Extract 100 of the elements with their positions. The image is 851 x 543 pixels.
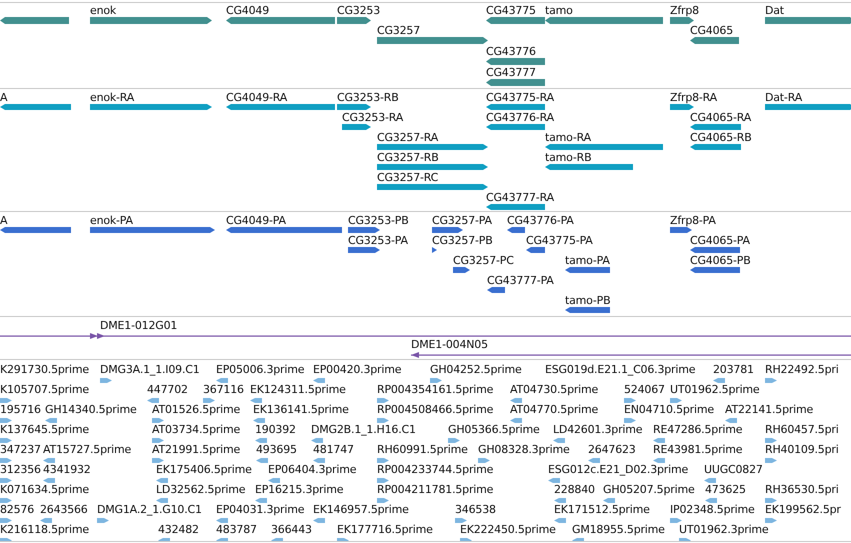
feature-label: 347237 [0,443,41,456]
feature-label: 195716 [0,403,41,416]
feature-label: EK146957.5prime [313,503,409,516]
feature-label: ESG019d.E21.1_C06.3prime [545,363,696,376]
feature-label: EK177716.5prime [337,523,433,536]
feature-label: RP004354161.5prime [377,383,494,396]
feature-label: EP05006.3prime [216,363,304,376]
feature-label: GM18955.5prime [572,523,665,536]
feature-label: 524067 [624,383,665,396]
feature-label: AT22141.5prime [725,403,814,416]
feature-label: UT01962.5prime [670,383,760,396]
feature-label: UT01962.3prime [679,523,769,536]
feature-label: RP004211781.5prime [377,483,494,496]
feature-label: A [0,214,8,227]
feature-label: CG4065-PB [690,254,751,267]
feature-label: tamo-PA [565,254,610,267]
feature-label: K071634.5prime [0,483,89,496]
feature-label: 4341932 [43,463,91,476]
feature-label: RP004508466.5prime [377,403,494,416]
feature-label: CG43777 [486,66,536,79]
feature-label: CG43776 [486,45,536,58]
feature-label: EK136141.5prime [253,403,349,416]
feature-label: CG4049 [226,4,269,17]
feature-label: CG3253-RB [337,91,399,104]
feature-label: CG43776-PA [507,214,574,227]
feature-label: CG43776-RA [486,111,554,124]
feature-label: RH36530.5pri [765,483,839,496]
feature-label: 2647623 [588,443,636,456]
feature-label: A [0,91,8,104]
feature-label: K291730.5prime [0,363,89,376]
feature-label: CG43775-RA [486,91,554,104]
feature-label: GH05207.5prime [603,483,695,496]
feature-label: GH05366.5prime [448,423,540,436]
feature-label: CG3257-PC [453,254,514,267]
feature-label: CG43777-RA [486,191,554,204]
feature-label: RP004233744.5prime [377,463,494,476]
feature-label: 203781 [713,363,754,376]
feature-label: EP00420.3prime [313,363,402,376]
feature-label: GH04252.5prime [430,363,522,376]
feature-label: tamo-RA [545,131,591,144]
feature-label: CG4065-PA [690,234,750,247]
feature-label: CG4065-RB [690,131,752,144]
feature-label: EK222450.5prime [460,523,556,536]
feature-label: EP16215.3prime [255,483,344,496]
feature-label: Zfrp8 [670,4,699,17]
feature-label: enok-PA [90,214,133,227]
feature-label: 82576 [0,503,34,516]
feature-label: RH40109.5pri [765,443,839,456]
feature-label: 493695 [256,443,297,456]
feature-label: tamo-RB [545,151,592,164]
feature-label: DMG3A.1_1.I09.C1 [100,363,200,376]
feature-label: EP06404.3prime [268,463,356,476]
feature-label: 346538 [455,503,496,516]
feature-label: tamo-PB [565,294,610,307]
feature-label: LD42601.3prime [553,423,642,436]
feature-label: 228840 [554,483,595,496]
feature-label: Dat-RA [765,91,802,104]
feature-label: RE47286.5prime [653,423,742,436]
feature-label: CG3253 [337,4,380,17]
feature-label: AT04730.5prime [510,383,598,396]
feature-label: Zfrp8-RA [670,91,718,104]
feature-label: CG43777-PA [487,274,554,287]
feature-label: 190392 [255,423,296,436]
feature-label: DME1-012G01 [100,319,178,332]
feature-label: EP04031.3prime [216,503,304,516]
feature-label: CG43775 [486,4,536,17]
feature-label: tamo [545,4,573,17]
feature-label: IP02348.5prime [670,503,755,516]
feature-label: 447702 [147,383,188,396]
feature-label: DMG2B.1_1.H16.C1 [311,423,416,436]
feature-label: 367116 [203,383,244,396]
feature-label: CG43775-PA [526,234,593,247]
feature-label: CG3257-PB [432,234,493,247]
feature-label: CG3253-PB [348,214,409,227]
feature-label: LD32562.5prime [156,483,246,496]
feature-label: AT15727.5prime [43,443,132,456]
feature-label: K105707.5prime [0,383,89,396]
feature-label: CG3253-RA [342,111,404,124]
feature-label: EK199562.5pr [765,503,841,516]
feature-label: 483787 [216,523,257,536]
feature-label: CG4049-RA [226,91,288,104]
feature-label: AT21991.5prime [152,443,240,456]
feature-label: DME1-004N05 [411,338,488,351]
feature-label: AT04770.5prime [510,403,598,416]
feature-label: CG3257-PA [432,214,492,227]
feature-label: CG3257-RB [377,151,439,164]
feature-label: enok [90,4,116,17]
feature-label: GH08328.3prime [478,443,570,456]
feature-label: GH14340.5prime [45,403,137,416]
feature-label: Zfrp8-PA [670,214,716,227]
feature-label: CG4065-RA [690,111,752,124]
feature-label: EN04710.5prime [624,403,714,416]
feature-label: 432482 [158,523,199,536]
feature-label: K137645.5prime [0,423,89,436]
feature-label: AT03734.5prime [152,423,240,436]
feature-label: 2643566 [40,503,88,516]
feature-label: Dat [765,4,784,17]
feature-label: 366443 [271,523,312,536]
feature-label: RH60457.5pri [765,423,839,436]
feature-label: 481747 [313,443,354,456]
